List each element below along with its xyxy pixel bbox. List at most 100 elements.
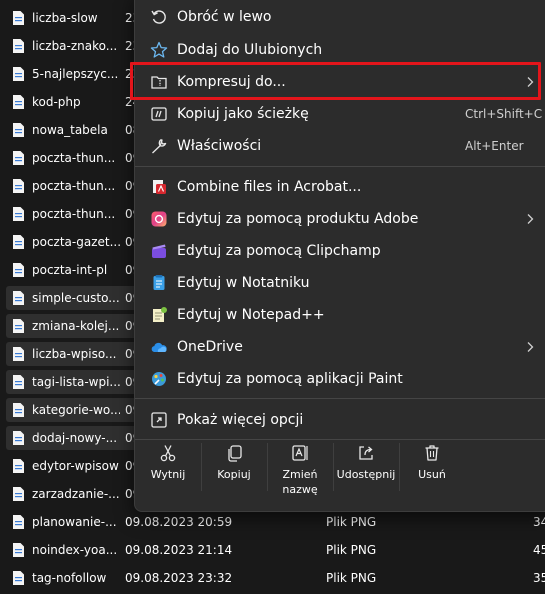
file-png-icon xyxy=(12,542,25,558)
file-png-icon xyxy=(12,38,25,54)
file-png-icon xyxy=(12,570,25,586)
more-options-icon xyxy=(149,410,169,430)
notepad-icon xyxy=(149,273,169,293)
menu-item-acrobat[interactable]: Combine files in Acrobat... xyxy=(139,171,543,203)
delete-button[interactable]: Usuń xyxy=(399,441,465,501)
menu-item-compress[interactable]: Kompresuj do... xyxy=(139,66,543,98)
copy-path-icon xyxy=(149,104,169,124)
chevron-right-icon xyxy=(525,341,535,353)
file-png-icon xyxy=(12,318,25,334)
menu-separator xyxy=(135,166,545,167)
onedrive-icon xyxy=(149,337,169,357)
file-name: liczba-wpiso... xyxy=(32,347,117,361)
file-name: liczba-slow xyxy=(32,11,98,25)
menu-item-label: Edytuj w Notepad++ xyxy=(177,307,325,323)
menu-item-notepad[interactable]: Edytuj w Notatniku xyxy=(139,267,543,299)
menu-item-label: Obróć w lewo xyxy=(177,9,272,25)
rotate-left-icon xyxy=(149,7,169,27)
clipchamp-icon xyxy=(149,241,169,261)
share-icon xyxy=(356,443,376,463)
rename-icon xyxy=(290,443,310,463)
file-name: noindex-yoa... xyxy=(32,543,118,557)
rename-button[interactable]: Zmień nazwę xyxy=(267,441,333,501)
action-label: Usuń xyxy=(418,468,446,481)
menu-item-more-options[interactable]: Pokaż więcej opcji xyxy=(139,404,543,436)
file-row[interactable]: planowanie-... 09.08.2023 20:59 Plik PNG 34 xyxy=(0,509,545,535)
menu-item-add-favorites[interactable]: Dodaj do Ulubionych xyxy=(139,34,543,66)
quick-actions-bar: Wytnij Kopiuj Zmień nazwę Udostępnij Usu… xyxy=(135,441,545,501)
file-png-icon xyxy=(12,514,25,530)
file-name: nowa_tabela xyxy=(32,123,108,137)
menu-item-properties[interactable]: Właściwości Alt+Enter xyxy=(139,130,543,162)
menu-item-label: Kompresuj do... xyxy=(177,74,286,90)
wrench-icon xyxy=(149,136,169,156)
archive-icon xyxy=(149,72,169,92)
file-name: zarzadzanie-... xyxy=(32,487,120,501)
file-name: tagi-lista-wpi... xyxy=(32,375,120,389)
file-size: 35 xyxy=(533,571,545,585)
menu-item-notepadpp[interactable]: Edytuj w Notepad++ xyxy=(139,299,543,331)
chevron-right-icon xyxy=(525,76,535,88)
cut-button[interactable]: Wytnij xyxy=(135,441,201,501)
file-name: kategorie-wo... xyxy=(32,403,120,417)
menu-item-adobe[interactable]: Edytuj za pomocą produktu Adobe xyxy=(139,203,543,235)
file-png-icon xyxy=(12,458,25,474)
menu-separator xyxy=(135,398,545,399)
menu-separator xyxy=(135,439,545,440)
menu-item-label: Edytuj za pomocą aplikacji Paint xyxy=(177,371,403,387)
file-size: 45 xyxy=(533,543,545,557)
menu-item-rotate-left[interactable]: Obróć w lewo xyxy=(139,1,543,33)
paint-icon xyxy=(149,369,169,389)
file-name: liczba-znako... xyxy=(32,39,118,53)
file-size: 34 xyxy=(533,515,545,529)
menu-item-label: Pokaż więcej opcji xyxy=(177,412,304,428)
file-name: planowanie-... xyxy=(32,515,117,529)
menu-item-copy-path[interactable]: Kopiuj jako ścieżkę Ctrl+Shift+C xyxy=(139,98,543,130)
file-png-icon xyxy=(12,150,25,166)
file-name: poczta-thun... xyxy=(32,207,116,221)
file-name: kod-php xyxy=(32,95,81,109)
menu-item-onedrive[interactable]: OneDrive xyxy=(139,331,543,363)
context-menu: Obróć w lewo Dodaj do Ulubionych Kompres… xyxy=(134,0,545,512)
file-png-icon xyxy=(12,402,25,418)
file-png-icon xyxy=(12,374,25,390)
chevron-right-icon xyxy=(525,213,535,225)
file-png-icon xyxy=(12,346,25,362)
file-name: zmiana-kolej... xyxy=(32,319,120,333)
copy-icon xyxy=(224,443,244,463)
share-button[interactable]: Udostępnij xyxy=(333,441,399,501)
scissors-icon xyxy=(158,443,178,463)
file-row[interactable]: tag-nofollow 09.08.2023 23:32 Plik PNG 35 xyxy=(0,565,545,591)
file-date: 09.08.2023 23:32 xyxy=(125,571,233,585)
file-png-icon xyxy=(12,486,25,502)
menu-item-paint[interactable]: Edytuj za pomocą aplikacji Paint xyxy=(139,363,543,395)
action-label: Zmień nazwę xyxy=(282,468,318,496)
file-name: poczta-int-pl xyxy=(32,263,108,277)
menu-item-label: Edytuj za pomocą produktu Adobe xyxy=(177,211,419,227)
shortcut-text: Alt+Enter xyxy=(465,139,524,153)
file-row[interactable]: noindex-yoa... 09.08.2023 21:14 Plik PNG 45 xyxy=(0,537,545,563)
file-png-icon xyxy=(12,206,25,222)
file-png-icon xyxy=(12,66,25,82)
file-name: poczta-thun... xyxy=(32,151,116,165)
action-label: Kopiuj xyxy=(217,468,251,481)
menu-item-label: Combine files in Acrobat... xyxy=(177,179,362,195)
file-name: poczta-gazet... xyxy=(32,235,120,249)
menu-item-label: Edytuj za pomocą Clipchamp xyxy=(177,243,381,259)
shortcut-text: Ctrl+Shift+C xyxy=(465,107,543,121)
file-png-icon xyxy=(12,122,25,138)
acrobat-icon xyxy=(149,177,169,197)
menu-item-label: OneDrive xyxy=(177,339,243,355)
menu-item-label: Kopiuj jako ścieżkę xyxy=(177,106,309,122)
copy-button[interactable]: Kopiuj xyxy=(201,441,267,501)
menu-item-label: Edytuj w Notatniku xyxy=(177,275,310,291)
action-label: Udostępnij xyxy=(336,468,396,481)
file-png-icon xyxy=(12,10,25,26)
menu-item-label: Właściwości xyxy=(177,138,262,154)
star-icon xyxy=(149,40,169,60)
file-type: Plik PNG xyxy=(326,571,377,585)
file-date: 09.08.2023 21:14 xyxy=(125,543,233,557)
notepadpp-icon xyxy=(149,305,169,325)
file-png-icon xyxy=(12,430,25,446)
menu-item-clipchamp[interactable]: Edytuj za pomocą Clipchamp xyxy=(139,235,543,267)
